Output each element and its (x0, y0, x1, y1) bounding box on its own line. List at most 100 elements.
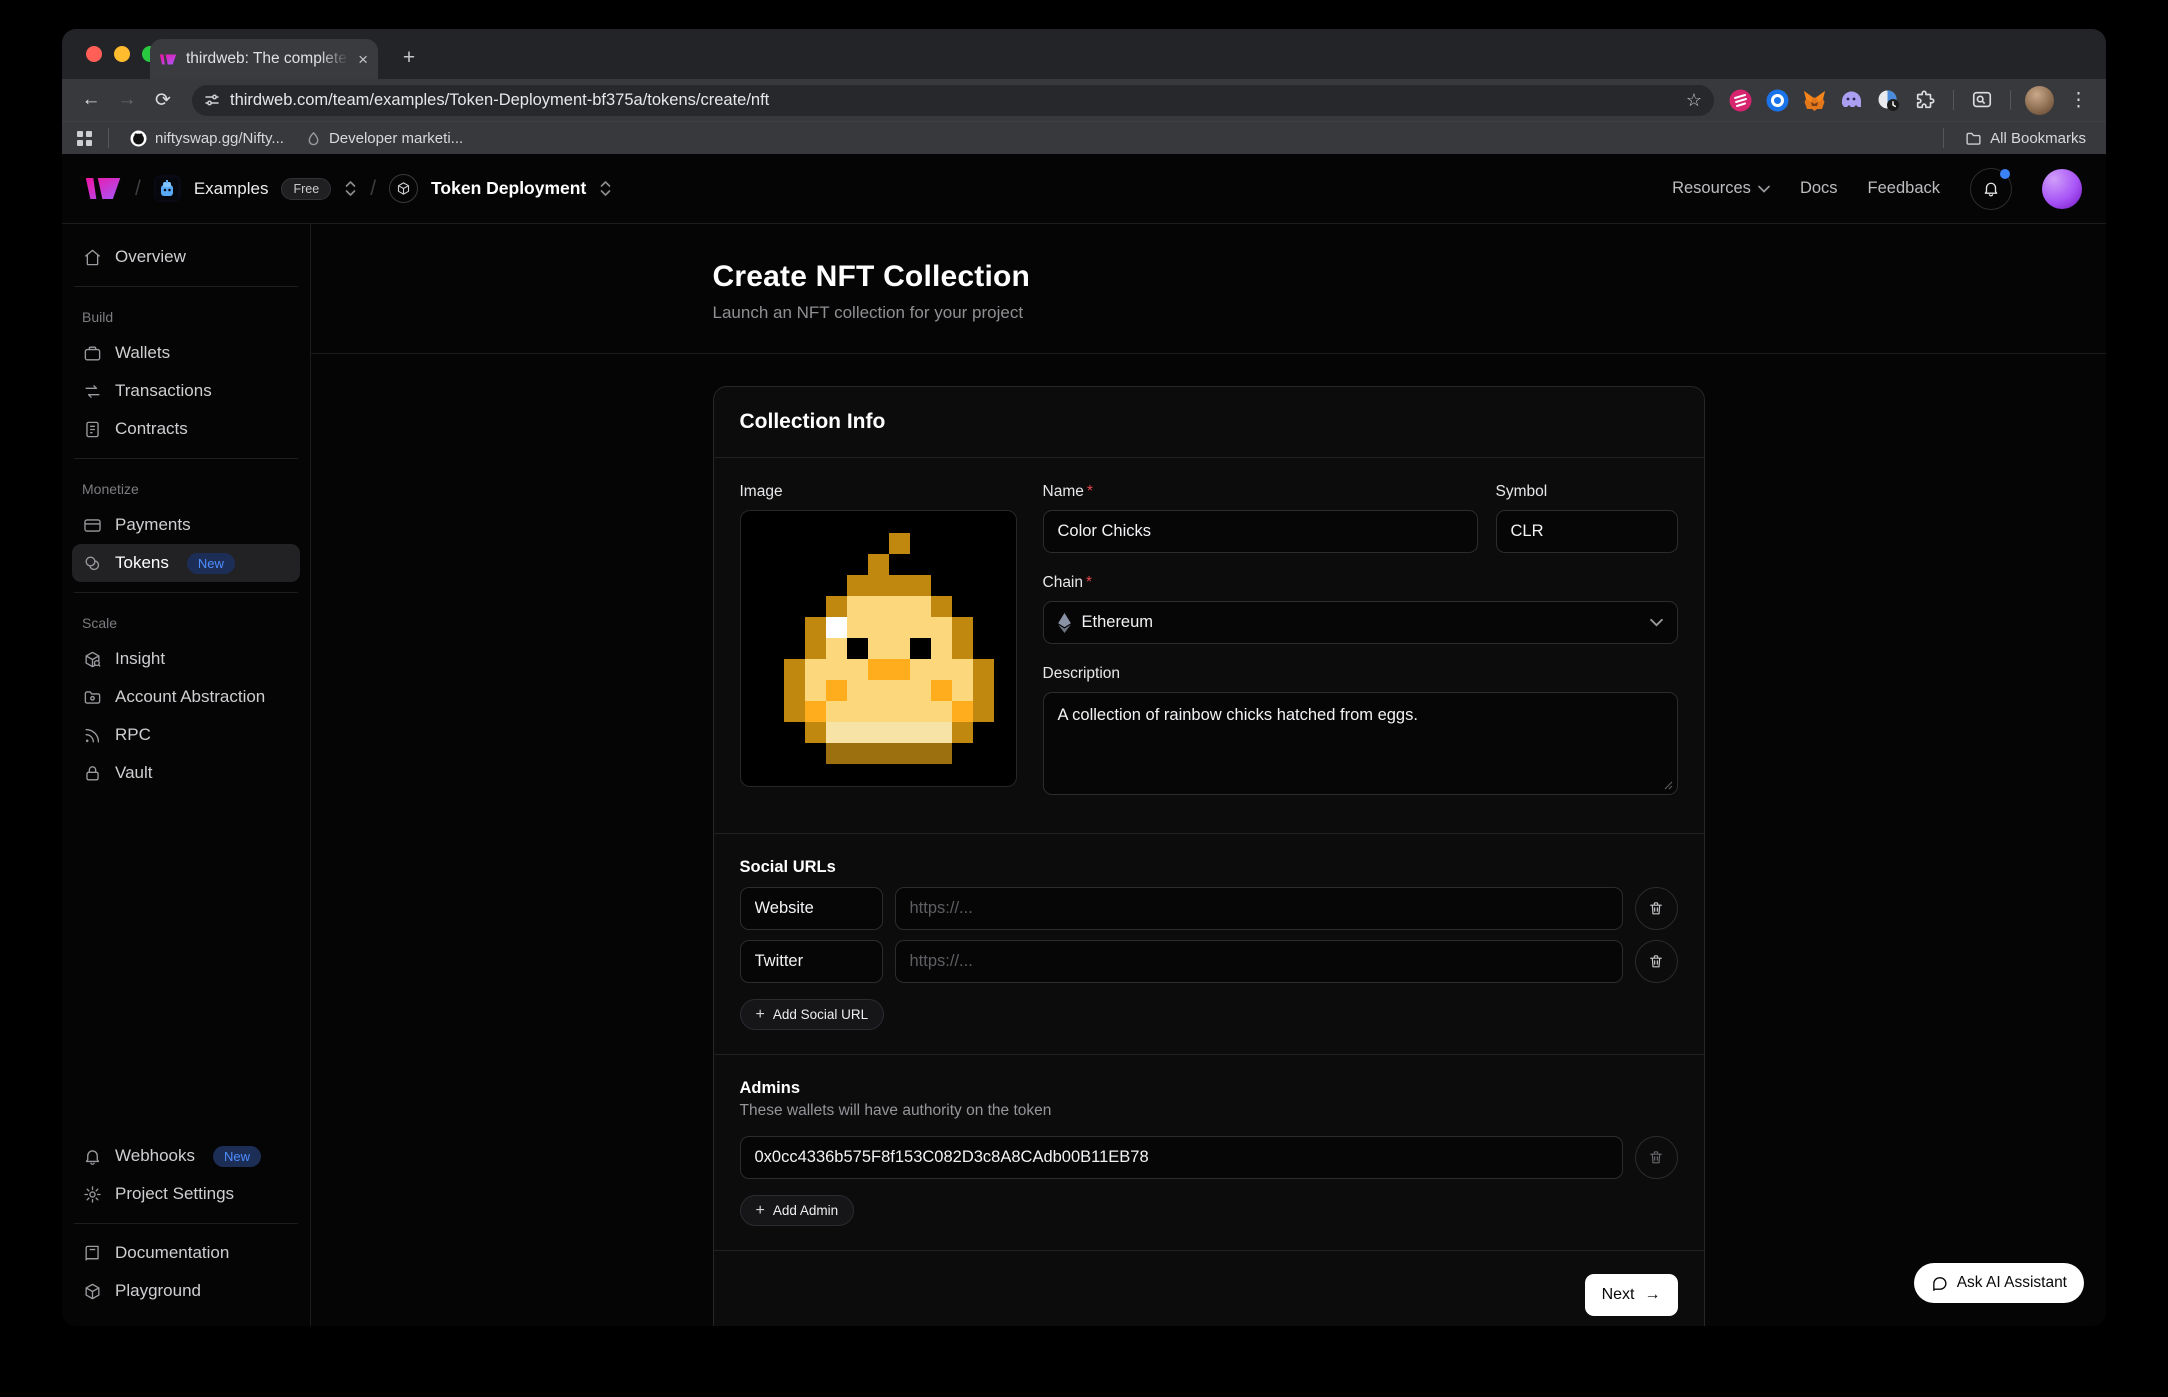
sidebar-item-transactions[interactable]: Transactions (72, 372, 300, 410)
folder-icon (82, 688, 102, 707)
notifications-button[interactable] (1970, 168, 2012, 210)
phantom-icon[interactable] (1837, 86, 1865, 114)
resources-menu[interactable]: Resources (1672, 179, 1770, 198)
notification-dot (2000, 169, 2010, 179)
site-settings-icon[interactable] (204, 92, 220, 108)
new-tab-button[interactable]: + (396, 45, 422, 71)
tab-strip: thirdweb: The complete web3 × + (62, 29, 2106, 79)
project-name[interactable]: Token Deployment (431, 178, 586, 199)
book-icon (82, 1244, 102, 1263)
minimize-window-button[interactable] (114, 46, 130, 62)
collection-image-upload[interactable] (740, 510, 1017, 787)
social-type-input[interactable] (740, 887, 883, 930)
url-text[interactable]: thirdweb.com/team/examples/Token-Deploym… (230, 91, 1676, 110)
social-url-input[interactable] (895, 940, 1623, 983)
history-extension-icon[interactable] (1874, 86, 1902, 114)
docs-link[interactable]: Docs (1800, 179, 1838, 198)
back-icon[interactable]: ← (74, 83, 108, 117)
team-switcher-icon[interactable] (344, 179, 357, 198)
contract-icon (82, 420, 102, 439)
sidebar-item-rpc[interactable]: RPC (72, 716, 300, 754)
admins-label: Admins (740, 1079, 1678, 1098)
bookmark-developer-marketing[interactable]: Developer marketi... (300, 130, 469, 147)
admin-address-input[interactable] (740, 1136, 1623, 1179)
close-window-button[interactable] (86, 46, 102, 62)
project-icon (389, 174, 418, 203)
sidebar-item-tokens[interactable]: Tokens New (72, 544, 300, 582)
sidebar-item-project-settings[interactable]: Project Settings (72, 1175, 300, 1213)
project-switcher-icon[interactable] (599, 179, 612, 198)
description-label: Description (1043, 665, 1678, 683)
new-badge: New (187, 553, 235, 574)
sidebar-item-overview[interactable]: Overview (72, 238, 300, 276)
symbol-input[interactable] (1496, 510, 1678, 553)
sidebar-item-webhooks[interactable]: Webhooks New (72, 1137, 300, 1175)
user-avatar[interactable] (2042, 169, 2082, 209)
social-type-input[interactable] (740, 940, 883, 983)
sidebar-item-account-abstraction[interactable]: Account Abstraction (72, 678, 300, 716)
symbol-label: Symbol (1496, 483, 1678, 501)
bookmarks-bar: niftyswap.gg/Nifty... Developer marketi.… (62, 121, 2106, 154)
toolbar-divider (2010, 90, 2011, 110)
sidebar-item-wallets[interactable]: Wallets (72, 334, 300, 372)
address-bar[interactable]: thirdweb.com/team/examples/Token-Deploym… (192, 85, 1714, 116)
all-bookmarks-button[interactable]: All Bookmarks (1959, 130, 2092, 147)
pink-extension-icon[interactable] (1726, 86, 1754, 114)
side-panel-icon[interactable] (1968, 86, 1996, 114)
apps-grid-icon[interactable] (76, 130, 93, 147)
chain-label: Chain* (1043, 574, 1678, 592)
social-url-input[interactable] (895, 887, 1623, 930)
sidebar-item-documentation[interactable]: Documentation (72, 1234, 300, 1272)
breadcrumb-separator: / (370, 177, 376, 201)
reload-icon[interactable]: ⟳ (146, 83, 180, 117)
sidebar-divider (74, 458, 298, 459)
browser-tab[interactable]: thirdweb: The complete web3 × (150, 39, 378, 79)
extensions-puzzle-icon[interactable] (1911, 86, 1939, 114)
sidebar-section-monetize: Monetize (82, 481, 290, 497)
insight-icon (82, 650, 102, 669)
bookmark-star-icon[interactable]: ☆ (1686, 90, 1702, 111)
thirdweb-logo[interactable] (86, 176, 122, 201)
app-header: / Examples Free / Token Deployment Resou… (62, 154, 2106, 224)
sidebar-item-insight[interactable]: Insight (72, 640, 300, 678)
card-footer: Next → (714, 1250, 1704, 1326)
browser-profile-avatar[interactable] (2025, 86, 2054, 115)
sidebar-divider (74, 1223, 298, 1224)
bookmark-niftyswap[interactable]: niftyswap.gg/Nifty... (124, 130, 290, 147)
sidebar-divider (74, 592, 298, 593)
add-admin-button[interactable]: + Add Admin (740, 1195, 855, 1226)
trash-icon (1648, 953, 1664, 970)
chain-select[interactable]: Ethereum (1043, 601, 1678, 644)
blue-extension-icon[interactable] (1763, 86, 1791, 114)
ask-ai-assistant-button[interactable]: Ask AI Assistant (1914, 1263, 2084, 1303)
social-row (740, 940, 1678, 983)
team-name[interactable]: Examples (194, 179, 269, 199)
delete-social-row-button[interactable] (1635, 940, 1678, 983)
ethereum-icon (1058, 613, 1071, 633)
sidebar: Overview Build Wallets Transactions Cont… (62, 224, 311, 1326)
forward-icon[interactable]: → (110, 83, 144, 117)
breadcrumb-separator: / (135, 177, 141, 201)
metamask-icon[interactable] (1800, 86, 1828, 114)
sidebar-item-playground[interactable]: Playground (72, 1272, 300, 1310)
delete-social-row-button[interactable] (1635, 887, 1678, 930)
description-textarea[interactable]: A collection of rainbow chicks hatched f… (1043, 692, 1678, 795)
next-button[interactable]: Next → (1585, 1274, 1678, 1316)
sidebar-item-vault[interactable]: Vault (72, 754, 300, 792)
sidebar-section-scale: Scale (82, 615, 290, 631)
sidebar-section-build: Build (82, 309, 290, 325)
browser-menu-icon[interactable]: ⋮ (2063, 89, 2094, 112)
sidebar-item-payments[interactable]: Payments (72, 506, 300, 544)
add-social-url-button[interactable]: + Add Social URL (740, 999, 885, 1030)
delete-admin-button[interactable] (1635, 1136, 1678, 1179)
page-header: Create NFT Collection Launch an NFT coll… (311, 224, 2106, 354)
resize-handle-icon[interactable] (1664, 781, 1673, 790)
feedback-link[interactable]: Feedback (1868, 179, 1940, 198)
image-label: Image (740, 483, 1017, 501)
name-input[interactable] (1043, 510, 1478, 553)
sidebar-item-contracts[interactable]: Contracts (72, 410, 300, 448)
tab-close-icon[interactable]: × (358, 51, 368, 68)
social-row (740, 887, 1678, 930)
traffic-lights (86, 46, 158, 62)
team-avatar[interactable] (154, 175, 181, 202)
